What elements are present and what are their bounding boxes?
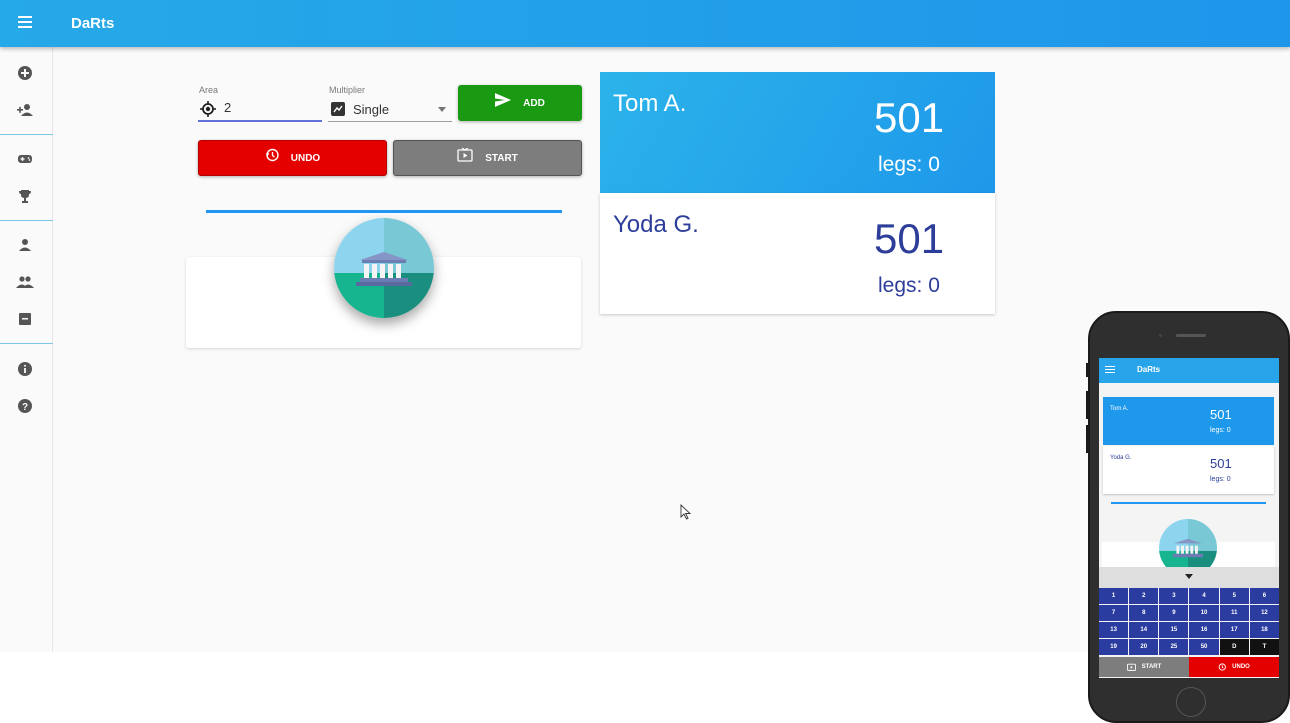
player-name: Tom A. bbox=[1110, 406, 1129, 412]
player-name: Yoda G. bbox=[613, 211, 699, 238]
gamepad-icon[interactable] bbox=[14, 148, 36, 170]
keypad-key[interactable]: 9 bbox=[1159, 605, 1189, 621]
multiplier-select[interactable]: Single bbox=[328, 98, 452, 122]
keypad-collapse-toggle[interactable] bbox=[1099, 567, 1279, 588]
send-icon bbox=[495, 93, 512, 107]
multiplier-icon bbox=[331, 102, 345, 116]
player-score: 501 bbox=[1210, 456, 1232, 471]
chevron-down-icon bbox=[1185, 574, 1193, 579]
keypad-key[interactable]: 13 bbox=[1099, 622, 1129, 638]
keypad-key[interactable]: 10 bbox=[1189, 605, 1219, 621]
player-legs: legs: 0 bbox=[1210, 476, 1231, 483]
phone-side-button bbox=[1086, 391, 1089, 419]
mobile-app-title: DaRts bbox=[1137, 365, 1161, 374]
player-score: 501 bbox=[874, 94, 945, 141]
sidebar-divider bbox=[0, 134, 53, 135]
keypad-key[interactable]: 19 bbox=[1099, 639, 1129, 655]
keypad-key[interactable]: 15 bbox=[1159, 622, 1189, 638]
phone-home-button bbox=[1176, 687, 1206, 717]
sidebar: ? bbox=[0, 47, 53, 652]
multiplier-label: Multiplier bbox=[329, 85, 366, 95]
area-input[interactable] bbox=[224, 100, 314, 115]
player-name: Yoda G. bbox=[1110, 455, 1132, 461]
menu-icon[interactable] bbox=[1105, 366, 1115, 375]
info-icon[interactable] bbox=[14, 358, 36, 380]
add-circle-icon[interactable] bbox=[14, 62, 36, 84]
person-icon[interactable] bbox=[14, 234, 36, 256]
player-card: Yoda G. 501 legs: 0 bbox=[600, 193, 995, 314]
gps-target-icon bbox=[200, 101, 216, 117]
keypad-key[interactable]: T bbox=[1249, 639, 1279, 655]
phone-side-button bbox=[1086, 425, 1089, 453]
keypad-key[interactable]: 2 bbox=[1129, 588, 1159, 604]
phone-side-button bbox=[1086, 363, 1089, 377]
progress-bar bbox=[206, 210, 562, 213]
mobile-start-button[interactable]: START bbox=[1099, 657, 1189, 677]
mobile-bottom-bar: START UNDO bbox=[1099, 657, 1279, 677]
chevron-down-icon bbox=[438, 107, 446, 112]
mobile-progress-bar bbox=[1111, 502, 1266, 504]
phone-camera bbox=[1159, 334, 1162, 337]
keypad-key[interactable]: 7 bbox=[1099, 605, 1129, 621]
area-field[interactable] bbox=[198, 98, 322, 122]
player-legs: legs: 0 bbox=[1210, 427, 1231, 434]
keypad-key[interactable]: 12 bbox=[1249, 605, 1279, 621]
history-icon bbox=[1218, 663, 1227, 671]
phone-speaker bbox=[1176, 334, 1206, 337]
sidebar-divider bbox=[0, 343, 53, 344]
keypad-key[interactable]: 4 bbox=[1189, 588, 1219, 604]
player-score: 501 bbox=[874, 215, 945, 262]
keypad-key[interactable]: 16 bbox=[1189, 622, 1219, 638]
keypad-key[interactable]: 11 bbox=[1219, 605, 1249, 621]
tv-play-icon bbox=[1126, 663, 1136, 671]
keypad-key[interactable]: 20 bbox=[1129, 639, 1159, 655]
mobile-keypad: 1 2 3 4 5 6 7 8 9 10 11 12 13 14 15 16 17 18 19 20 25 50 D T bbox=[1099, 588, 1279, 655]
keypad-key[interactable]: 5 bbox=[1219, 588, 1249, 604]
mobile-undo-button[interactable]: UNDO bbox=[1189, 657, 1279, 677]
keypad-key[interactable]: 25 bbox=[1159, 639, 1189, 655]
keypad-key[interactable]: 18 bbox=[1249, 622, 1279, 638]
menu-icon[interactable] bbox=[14, 13, 36, 35]
keypad-key[interactable]: 50 bbox=[1189, 639, 1219, 655]
help-icon[interactable]: ? bbox=[14, 395, 36, 417]
start-button[interactable]: START bbox=[393, 140, 582, 176]
mobile-screen: DaRts Tom A. 501 legs: 0 Yoda G. 501 leg… bbox=[1099, 358, 1279, 678]
add-button[interactable]: ADD bbox=[458, 85, 582, 121]
keypad-key[interactable]: D bbox=[1219, 639, 1249, 655]
keypad-key[interactable]: 17 bbox=[1219, 622, 1249, 638]
player-card-active: Tom A. 501 legs: 0 bbox=[600, 72, 995, 193]
keypad-key[interactable]: 8 bbox=[1129, 605, 1159, 621]
mobile-top-bar: DaRts bbox=[1099, 358, 1279, 383]
bank-logo-icon bbox=[334, 218, 434, 318]
mobile-player-card-active: Tom A. 501 legs: 0 bbox=[1103, 397, 1274, 445]
mobile-player-card: Yoda G. 501 legs: 0 bbox=[1103, 446, 1274, 494]
undo-button[interactable]: UNDO bbox=[198, 140, 387, 176]
player-legs: legs: 0 bbox=[878, 153, 940, 176]
player-name: Tom A. bbox=[613, 90, 687, 117]
svg-text:?: ? bbox=[22, 402, 28, 413]
player-legs: legs: 0 bbox=[878, 274, 940, 297]
keypad-key[interactable]: 1 bbox=[1099, 588, 1129, 604]
group-icon[interactable] bbox=[14, 271, 36, 293]
player-score: 501 bbox=[1210, 407, 1232, 422]
phone-mockup: DaRts Tom A. 501 legs: 0 Yoda G. 501 leg… bbox=[1086, 311, 1290, 723]
mouse-cursor-icon bbox=[680, 504, 692, 520]
area-label: Area bbox=[199, 85, 219, 95]
person-add-icon[interactable] bbox=[14, 99, 36, 121]
keypad-key[interactable]: 3 bbox=[1159, 588, 1189, 604]
keypad-key[interactable]: 14 bbox=[1129, 622, 1159, 638]
trophy-icon[interactable] bbox=[14, 185, 36, 207]
multiplier-value: Single bbox=[353, 102, 390, 117]
tv-play-icon bbox=[457, 148, 473, 162]
archive-icon[interactable] bbox=[14, 308, 36, 330]
keypad-key[interactable]: 6 bbox=[1249, 588, 1279, 604]
top-app-bar: DaRts bbox=[0, 0, 1290, 47]
history-icon bbox=[265, 148, 279, 162]
sidebar-divider bbox=[0, 220, 53, 221]
app-title: DaRts bbox=[71, 15, 115, 32]
